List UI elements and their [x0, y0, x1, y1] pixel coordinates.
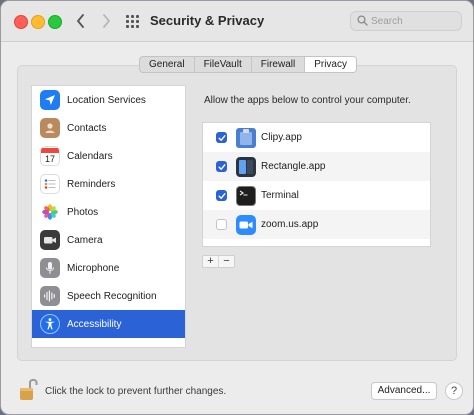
help-button[interactable]: ?: [445, 382, 463, 400]
tab-general[interactable]: General: [140, 57, 195, 72]
tab-privacy[interactable]: Privacy: [305, 57, 356, 72]
clipy-app-icon: [236, 127, 256, 148]
remove-app-button[interactable]: −: [219, 256, 234, 267]
app-name: Rectangle.app: [261, 161, 326, 172]
reminders-icon: [40, 174, 60, 194]
privacy-category-list[interactable]: Location Services Contacts 17 Calendars …: [31, 85, 186, 348]
app-checkbox[interactable]: [216, 161, 227, 172]
app-name: zoom.us.app: [261, 219, 319, 230]
sidebar-item-microphone[interactable]: Microphone: [32, 254, 185, 282]
chevron-left-icon: [77, 14, 84, 28]
camera-icon: [40, 230, 60, 250]
sidebar-item-label: Location Services: [67, 94, 146, 106]
app-name: Terminal: [261, 190, 299, 201]
list-item-terminal: Terminal: [203, 181, 430, 210]
list-item-clipy: Clipy.app: [203, 123, 430, 152]
sidebar-item-label: Speech Recognition: [67, 290, 157, 302]
checkmark-icon: [218, 192, 225, 199]
close-button[interactable]: [14, 15, 28, 29]
window-title: Security & Privacy: [150, 13, 265, 28]
add-app-button[interactable]: +: [203, 256, 219, 267]
privacy-description: Allow the apps below to control your com…: [204, 95, 411, 106]
sidebar-item-accessibility[interactable]: Accessibility: [32, 310, 185, 338]
tab-filevault[interactable]: FileVault: [195, 57, 252, 72]
show-all-grid-icon[interactable]: [126, 15, 139, 28]
sidebar-item-photos[interactable]: Photos: [32, 198, 185, 226]
sidebar-item-contacts[interactable]: Contacts: [32, 114, 185, 142]
search-input[interactable]: [371, 14, 456, 28]
location-arrow-icon: [40, 90, 60, 110]
app-checkbox[interactable]: [216, 190, 227, 201]
sidebar-item-label: Contacts: [67, 122, 107, 134]
speech-waveform-icon: [40, 286, 60, 306]
sidebar-item-label: Microphone: [67, 262, 120, 274]
forward-button[interactable]: [97, 11, 115, 31]
photos-icon: [40, 202, 60, 222]
sidebar-item-label: Photos: [67, 206, 99, 218]
sidebar-item-speech-recognition[interactable]: Speech Recognition: [32, 282, 185, 310]
accessibility-icon: [40, 314, 60, 334]
lock-message: Click the lock to prevent further change…: [45, 386, 227, 397]
checkmark-icon: [218, 134, 225, 141]
app-checkbox[interactable]: [216, 132, 227, 143]
sidebar-item-label: Reminders: [67, 178, 116, 190]
add-remove-control: + −: [202, 255, 235, 268]
advanced-button[interactable]: Advanced...: [371, 382, 437, 400]
app-checkbox[interactable]: [216, 219, 227, 230]
microphone-icon: [40, 258, 60, 278]
calendar-icon: 17: [40, 146, 60, 166]
sidebar-item-reminders[interactable]: Reminders: [32, 170, 185, 198]
tab-bar: General FileVault Firewall Privacy: [139, 56, 357, 73]
sidebar-item-label: Calendars: [67, 150, 113, 162]
title-bar: Security & Privacy: [1, 1, 473, 42]
sidebar-item-location-services[interactable]: Location Services: [32, 86, 185, 114]
checkmark-icon: [218, 163, 225, 170]
sidebar-item-label: Accessibility: [67, 318, 122, 330]
contacts-icon: [40, 118, 60, 138]
zoom-app-icon: [236, 214, 256, 235]
sidebar-item-camera[interactable]: Camera: [32, 226, 185, 254]
back-button[interactable]: [72, 11, 90, 31]
rectangle-app-icon: [236, 156, 256, 177]
app-name: Clipy.app: [261, 132, 302, 143]
search-field[interactable]: [350, 11, 462, 31]
preferences-window: Security & Privacy General FileVault Fir…: [0, 0, 474, 415]
lock-open-icon: [20, 378, 38, 400]
tab-firewall[interactable]: Firewall: [252, 57, 306, 72]
sidebar-item-calendars[interactable]: 17 Calendars: [32, 142, 185, 170]
chevron-right-icon: [103, 14, 110, 28]
search-icon: [357, 15, 368, 26]
lock-button[interactable]: [19, 376, 39, 402]
list-item-zoom: zoom.us.app: [203, 210, 430, 239]
list-item-rectangle: Rectangle.app: [203, 152, 430, 181]
sidebar-item-label: Camera: [67, 234, 103, 246]
minimize-button[interactable]: [31, 15, 45, 29]
zoom-button[interactable]: [48, 15, 62, 29]
app-list: Clipy.app Rectangle.app Terminal zoom.us…: [202, 122, 431, 247]
terminal-app-icon: [236, 185, 256, 206]
